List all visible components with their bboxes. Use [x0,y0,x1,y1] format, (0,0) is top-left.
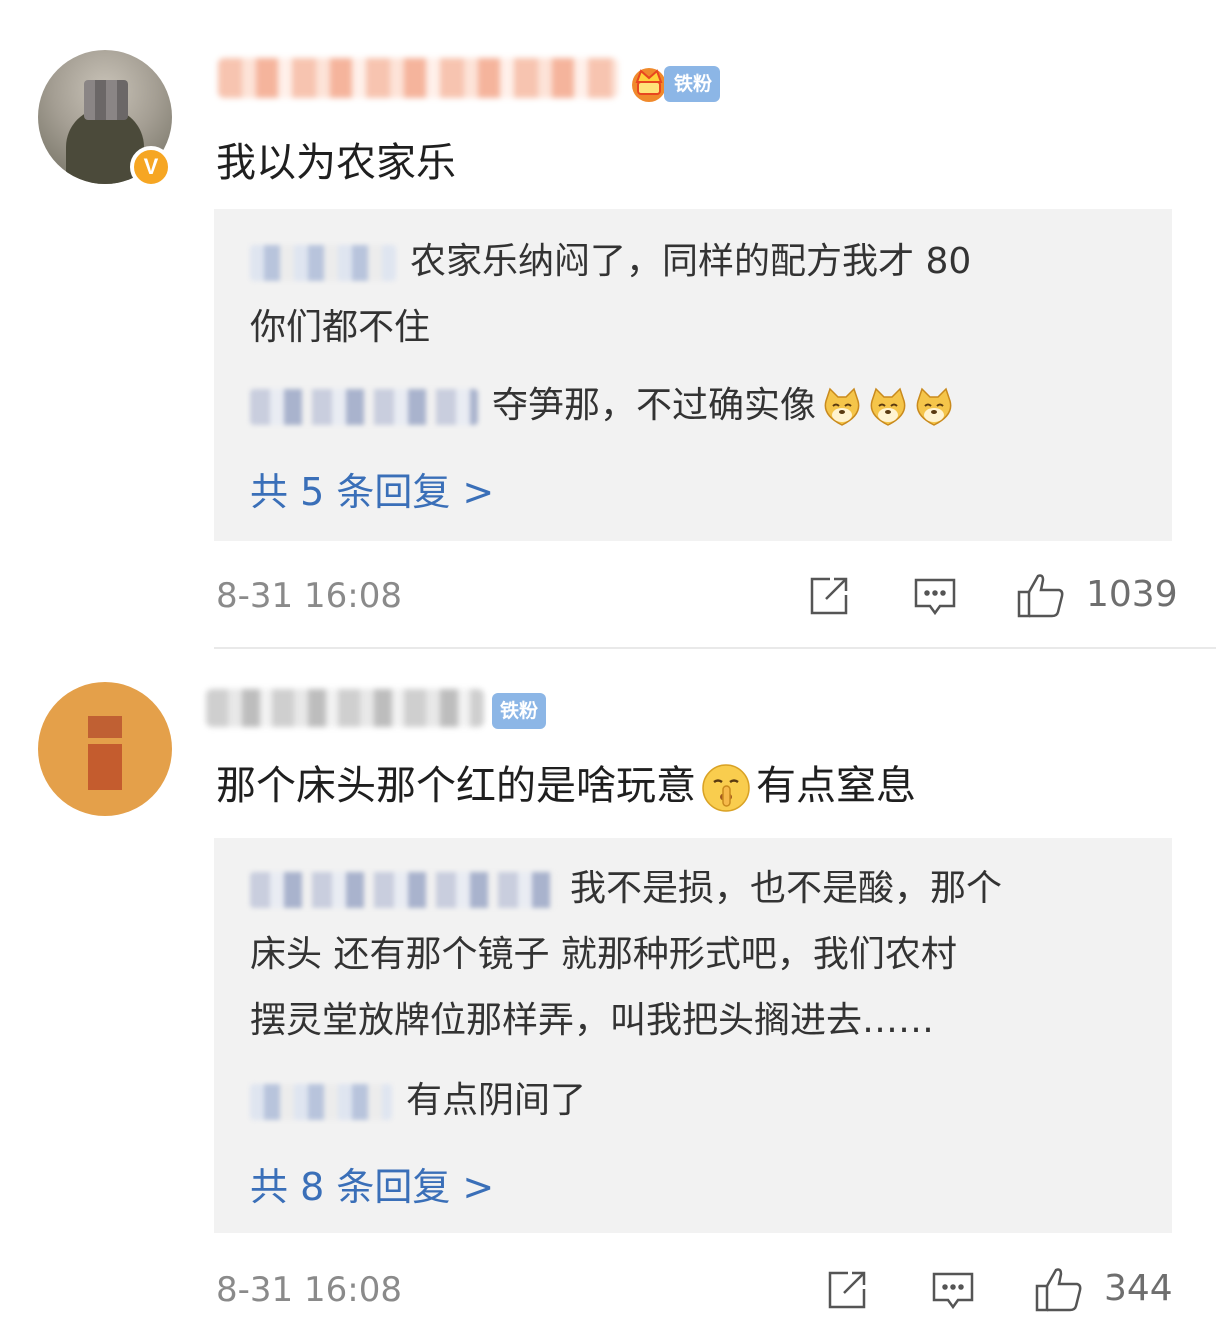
shush-emoji-icon [702,764,750,812]
reply-username-blurred[interactable] [250,245,396,281]
reply-box[interactable]: 农家乐纳闷了，同样的配方我才 80 你们都不住 夺笋那，不过确实像 共 5 条回… [214,209,1172,541]
doge-emoji-icon [916,387,952,426]
like-count: 1039 [1086,574,1178,615]
reply-username-blurred[interactable] [250,872,556,908]
comment-text-part: 有点窒息 [756,763,916,809]
comment-item: V 铁粉 我以为农家乐 农家乐纳闷了，同样的配方我才 80 你们都不住 夺笋那，… [0,0,1216,648]
verified-badge: V [130,146,172,188]
comment-text: 我以为农家乐 [216,140,456,186]
reply-item: 夺笋那，不过确实像 [250,373,1132,439]
comment-text-part: 那个床头那个红的是啥玩意 [216,763,696,809]
reply-username-blurred[interactable] [250,389,478,425]
reply-text: 我不是损，也不是酸，那个 [570,868,1003,909]
reply-item: 农家乐纳闷了，同样的配方我才 80 你们都不住 [250,229,1132,361]
reply-text: 农家乐纳闷了，同样的配方我才 80 [410,241,972,282]
doge-emoji-icon [870,387,906,426]
reply-text-continued: 床头 还有那个镜子 就那种形式吧，我们农村 [250,934,957,975]
username-blurred[interactable] [218,58,618,98]
comment-icon[interactable] [912,574,958,620]
reply-username-blurred[interactable] [250,1084,392,1120]
reply-box[interactable]: 我不是损，也不是酸，那个 床头 还有那个镜子 就那种形式吧，我们农村 摆灵堂放牌… [214,838,1172,1233]
avatar[interactable] [38,682,172,816]
view-more-replies-link[interactable]: 共 8 条回复 > [250,1156,494,1211]
thumbs-up-icon[interactable] [1016,570,1066,620]
avatar-mosaic [88,716,122,738]
reply-text-continued: 摆灵堂放牌位那样弄，叫我把头搁进去…… [250,1000,935,1041]
fan-badge: 铁粉 [492,693,547,729]
thumbs-up-icon[interactable] [1034,1264,1084,1314]
comment-timestamp: 8-31 16:08 [216,1270,402,1310]
avatar-mosaic [84,80,128,120]
doge-emoji-icon [824,387,860,426]
comment-text: 那个床头那个红的是啥玩意 有点窒息 [216,753,916,814]
share-icon[interactable] [806,573,852,619]
reply-text-continued: 你们都不住 [250,307,431,348]
comment-icon[interactable] [930,1268,976,1314]
comment-timestamp: 8-31 16:08 [216,576,402,616]
reply-item: 有点阴间了 [250,1068,1132,1134]
reply-text: 夺笋那，不过确实像 [492,385,817,426]
fan-badge: 铁粉 [664,66,721,102]
username-blurred[interactable] [206,689,484,727]
reply-item: 我不是损，也不是酸，那个 床头 还有那个镜子 就那种形式吧，我们农村 摆灵堂放牌… [250,856,1132,1054]
comment-item: 铁粉 那个床头那个红的是啥玩意 有点窒息 我不是损，也不是酸，那个 床头 还有那… [0,649,1216,1332]
avatar-mosaic [88,744,122,790]
like-count: 344 [1104,1268,1173,1309]
share-icon[interactable] [824,1267,870,1313]
reply-text: 有点阴间了 [406,1080,587,1121]
view-more-replies-link[interactable]: 共 5 条回复 > [250,461,494,516]
